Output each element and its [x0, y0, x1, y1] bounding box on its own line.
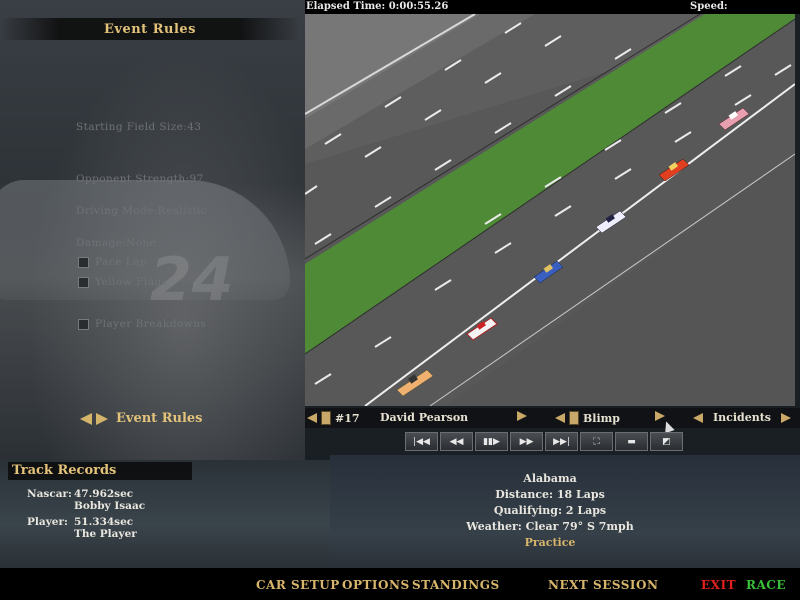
car-tag-icon	[321, 411, 331, 425]
starting-field-size[interactable]: Starting Field Size:43	[76, 121, 201, 133]
rewind-button[interactable]: ◀◀	[440, 432, 473, 451]
play-pause-button[interactable]: ▮▮▶	[475, 432, 508, 451]
pace-lap-label: Pace Lap	[95, 256, 148, 268]
car-selector[interactable]: #17	[307, 411, 360, 425]
player-record-label: Player:	[27, 516, 68, 528]
camera-control-bar: #17 David Pearson Blimp Incidents	[305, 408, 800, 428]
yellow-flags-option[interactable]: Yellow Flags	[78, 276, 168, 288]
driver-name: David Pearson	[380, 411, 468, 424]
race-viewport[interactable]	[305, 14, 795, 406]
elapsed-time: Elapsed Time: 0:00:55.26	[306, 1, 449, 12]
race-button[interactable]: RACE	[746, 578, 786, 592]
window-button[interactable]: ◩	[650, 432, 683, 451]
prev-mode-icon[interactable]	[693, 412, 703, 423]
pace-lap-checkbox[interactable]	[78, 256, 89, 268]
player-breakdowns-label: Player Breakdowns	[95, 318, 207, 330]
event-rules-background: 24	[0, 0, 305, 460]
player-breakdowns-checkbox[interactable]	[78, 318, 89, 330]
race-distance: Distance: 18 Laps	[495, 488, 605, 501]
view-tag-icon	[569, 411, 579, 425]
fullscreen-button[interactable]: ⛶	[580, 432, 613, 451]
yellow-flags-label: Yellow Flags	[95, 276, 168, 288]
player-record-driver: The Player	[74, 528, 137, 540]
car-number: #17	[335, 411, 360, 425]
mode-name: Incidents	[713, 411, 771, 424]
qualifying-laps: Qualifying: 2 Laps	[493, 504, 607, 517]
speed-readout: Speed:	[690, 1, 728, 12]
next-car-icon[interactable]	[517, 411, 527, 421]
yellow-flags-checkbox[interactable]	[78, 276, 89, 288]
minimize-button[interactable]: ▬	[615, 432, 648, 451]
player-record-time: 51.334sec	[74, 516, 134, 528]
nascar-record-time: 47.962sec	[74, 488, 134, 500]
standings-button[interactable]: STANDINGS	[412, 578, 500, 592]
track-records-title: Track Records	[8, 462, 192, 480]
mode-selector[interactable]: Incidents	[693, 411, 791, 424]
exit-button[interactable]: EXIT	[701, 578, 736, 592]
next-mode-icon[interactable]	[780, 412, 791, 423]
track-view	[305, 14, 795, 406]
prev-arrow-icon[interactable]	[80, 412, 92, 425]
nascar-record-driver: Bobby Isaac	[74, 500, 146, 512]
next-arrow-icon[interactable]	[96, 412, 108, 425]
weather-info: Weather: Clear 79° S 7mph	[466, 520, 634, 533]
session-type: Practice	[524, 536, 576, 549]
track-name: Alabama	[523, 472, 577, 485]
skip-end-button[interactable]: ▶▶|	[545, 432, 578, 451]
event-rules-nav: Event Rules	[80, 411, 203, 426]
footer-nav: CAR SETUP OPTIONS STANDINGS NEXT SESSION…	[0, 568, 800, 600]
event-rules-nav-label: Event Rules	[116, 411, 203, 426]
telemetry-bar: Elapsed Time: 0:00:55.26 Speed:	[305, 0, 800, 14]
next-view-icon[interactable]	[655, 411, 665, 421]
pace-lap-option[interactable]: Pace Lap	[78, 256, 147, 268]
options-button[interactable]: OPTIONS	[342, 578, 410, 592]
fast-forward-button[interactable]: ▶▶	[510, 432, 543, 451]
next-session-button[interactable]: NEXT SESSION	[548, 578, 658, 592]
prev-view-icon[interactable]	[555, 413, 565, 423]
rewind-start-button[interactable]: |◀◀	[405, 432, 438, 451]
replay-controls: |◀◀ ◀◀ ▮▮▶ ▶▶ ▶▶| ⛶ ▬ ◩	[405, 432, 683, 451]
event-rules-title: Event Rules	[104, 22, 196, 37]
next-car-arrow[interactable]	[517, 411, 527, 421]
event-rules-title-bar: Event Rules	[0, 18, 300, 40]
next-view-arrow[interactable]	[655, 411, 665, 421]
nascar-record-label: Nascar:	[27, 488, 72, 500]
damage-setting[interactable]: Damage:None	[76, 237, 156, 249]
player-breakdowns-option[interactable]: Player Breakdowns	[78, 318, 206, 330]
car-setup-button[interactable]: CAR SETUP	[256, 578, 340, 592]
driver-name-label: David Pearson	[380, 411, 469, 424]
opponent-strength[interactable]: Opponent Strength:97	[76, 173, 204, 185]
view-name: Blimp	[583, 411, 620, 425]
driving-mode[interactable]: Driving Mode:Realistic	[76, 205, 207, 217]
view-selector[interactable]: Blimp	[555, 411, 620, 425]
prev-car-icon[interactable]	[307, 413, 317, 423]
